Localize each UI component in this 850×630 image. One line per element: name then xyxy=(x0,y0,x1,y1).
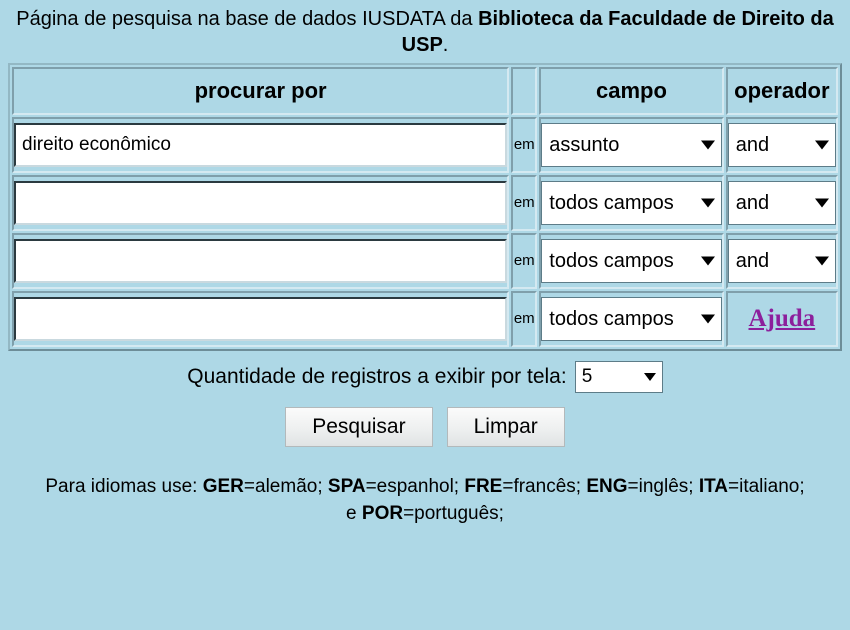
em-label-cell-2: em xyxy=(511,174,538,231)
page-title-text-1: Página de pesquisa na base de dados IUSD… xyxy=(16,8,479,30)
chevron-down-icon xyxy=(700,140,715,150)
language-code-por: POR xyxy=(361,503,404,525)
search-term-input-3[interactable] xyxy=(14,238,508,283)
records-per-screen-value: 5 xyxy=(581,366,593,388)
em-label-1: em xyxy=(513,135,535,153)
help-link[interactable]: Ajuda xyxy=(749,305,816,332)
operator-select-value-1: and xyxy=(735,133,770,156)
operator-select-3[interactable]: and xyxy=(727,238,836,283)
records-per-screen-row: Quantidade de registros a exibir por tel… xyxy=(0,360,850,393)
field-select-2[interactable]: todos campos xyxy=(541,180,722,225)
operator-select-2[interactable]: and xyxy=(727,180,836,225)
field-select-3[interactable]: todos campos xyxy=(541,238,722,283)
field-select-value-1: assunto xyxy=(549,133,620,156)
language-name-fre: =francês; xyxy=(502,475,587,497)
help-link-cell: Ajuda xyxy=(725,290,838,347)
field-select-cell-1: assunto xyxy=(539,116,724,173)
field-select-1[interactable]: assunto xyxy=(541,122,722,167)
field-select-value-4: todos campos xyxy=(549,307,674,330)
chevron-down-icon xyxy=(700,198,715,208)
search-term-input-1[interactable] xyxy=(14,122,508,167)
language-code-ger: GER xyxy=(202,475,244,497)
language-code-eng: ENG xyxy=(586,475,628,497)
search-term-cell-2 xyxy=(12,174,510,231)
operator-select-value-2: and xyxy=(735,191,770,214)
records-per-screen-label: Quantidade de registros a exibir por tel… xyxy=(187,364,567,388)
table-header-row: procurar por campo operador xyxy=(12,66,838,115)
records-per-screen-select[interactable]: 5 xyxy=(574,360,663,393)
operator-select-value-3: and xyxy=(735,249,770,272)
column-header-blank xyxy=(511,66,538,115)
language-name-spa: =espanhol; xyxy=(365,475,465,497)
em-label-3: em xyxy=(513,251,535,269)
chevron-down-icon xyxy=(700,314,715,324)
page-title-text-2: . xyxy=(442,34,449,57)
language-code-spa: SPA xyxy=(327,475,366,497)
chevron-down-icon xyxy=(815,140,829,150)
chevron-down-icon xyxy=(815,198,829,208)
table-row: em todos campos and xyxy=(12,174,838,231)
chevron-down-icon xyxy=(815,256,829,266)
search-term-cell-4 xyxy=(12,290,510,347)
language-name-por: =português; xyxy=(403,503,504,525)
table-row: em assunto and xyxy=(12,116,838,173)
em-label-4: em xyxy=(513,309,535,327)
language-name-ger: =alemão; xyxy=(243,475,328,497)
form-actions: Pesquisar Limpar xyxy=(0,406,850,447)
search-button[interactable]: Pesquisar xyxy=(285,406,433,447)
table-row: em todos campos and xyxy=(12,232,838,289)
chevron-down-icon xyxy=(643,372,656,381)
search-term-cell-3 xyxy=(12,232,510,289)
operator-select-cell-1: and xyxy=(725,116,838,173)
field-select-4[interactable]: todos campos xyxy=(541,296,722,341)
language-name-eng: =inglês; xyxy=(627,475,699,497)
operator-select-1[interactable]: and xyxy=(727,122,836,167)
search-form: procurar por campo operador em assunto xyxy=(0,62,850,351)
language-note-line2-intro: e xyxy=(346,503,362,525)
field-select-cell-4: todos campos xyxy=(539,290,724,347)
column-header-term: procurar por xyxy=(12,66,510,115)
em-label-2: em xyxy=(513,193,535,211)
language-code-fre: FRE xyxy=(464,475,503,497)
table-row: em todos campos Ajuda xyxy=(12,290,838,347)
language-codes-note: Para idiomas use: GER=alemão; SPA=espanh… xyxy=(0,473,850,528)
em-label-cell-3: em xyxy=(511,232,538,289)
field-select-cell-2: todos campos xyxy=(539,174,724,231)
language-note-intro: Para idiomas use: xyxy=(45,475,203,497)
em-label-cell-1: em xyxy=(511,116,538,173)
search-term-cell-1 xyxy=(12,116,510,173)
language-name-ita: =italiano; xyxy=(728,475,805,497)
page-title: Página de pesquisa na base de dados IUSD… xyxy=(0,0,850,63)
em-label-cell-4: em xyxy=(511,290,538,347)
chevron-down-icon xyxy=(700,256,715,266)
search-term-input-4[interactable] xyxy=(14,296,508,341)
operator-select-cell-2: and xyxy=(725,174,838,231)
search-criteria-table: procurar por campo operador em assunto xyxy=(8,62,842,351)
search-term-input-2[interactable] xyxy=(14,180,508,225)
clear-button[interactable]: Limpar xyxy=(446,406,565,447)
operator-select-cell-3: and xyxy=(725,232,838,289)
column-header-operator: operador xyxy=(725,66,838,115)
language-code-ita: ITA xyxy=(698,475,729,497)
field-select-value-3: todos campos xyxy=(549,249,674,272)
field-select-value-2: todos campos xyxy=(549,191,674,214)
column-header-field: campo xyxy=(539,66,724,115)
field-select-cell-3: todos campos xyxy=(539,232,724,289)
